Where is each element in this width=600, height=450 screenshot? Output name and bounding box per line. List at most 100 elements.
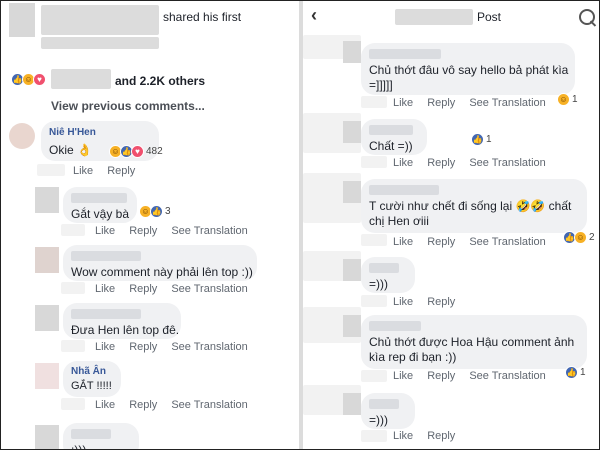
comment-text-line: chị Hen ơiii xyxy=(369,214,429,228)
like-button[interactable]: Like xyxy=(95,399,115,411)
comment-bubble: Chủ thớt đâu vô say hello bả phát kìa =]… xyxy=(361,43,575,95)
like-button[interactable]: Like xyxy=(393,430,413,442)
like-icon: 👍 xyxy=(150,205,163,218)
blurred-timestamp xyxy=(361,234,387,246)
heart-icon: ♥ xyxy=(33,73,46,86)
avatar[interactable] xyxy=(343,121,361,143)
comment-actions: Like Reply xyxy=(393,430,469,442)
comment-text: Đưa Hen lên top đê. xyxy=(71,323,180,337)
reaction-icons[interactable]: 👍 ☺ ♥ xyxy=(11,73,46,86)
avatar[interactable] xyxy=(343,259,361,281)
avatar[interactable] xyxy=(343,393,361,415)
avatar[interactable] xyxy=(343,181,361,203)
avatar[interactable] xyxy=(9,3,35,37)
page-title: Post xyxy=(477,10,502,24)
blurred-author xyxy=(369,263,399,273)
reply-button[interactable]: Reply xyxy=(427,236,455,248)
like-button[interactable]: Like xyxy=(393,157,413,169)
like-button[interactable]: Like xyxy=(393,236,413,248)
avatar[interactable] xyxy=(343,315,361,337)
comment-bubble: =))) xyxy=(361,393,415,429)
reaction-icons[interactable]: 👍 1 xyxy=(471,133,492,146)
like-icon: 👍 xyxy=(565,366,578,379)
comment-actions: Like Reply See Translation xyxy=(95,225,262,237)
search-icon[interactable] xyxy=(579,9,595,25)
comment-text: Chủ thớt được Hoa Hậu comment ảnh kìa re… xyxy=(369,335,574,365)
see-translation-link[interactable]: See Translation xyxy=(469,236,545,248)
see-translation-link[interactable]: See Translation xyxy=(469,97,545,109)
reply-button[interactable]: Reply xyxy=(427,97,455,109)
reply-button[interactable]: Reply xyxy=(427,157,455,169)
see-translation-link[interactable]: See Translation xyxy=(469,370,545,382)
comment-author[interactable]: Nhã Ân xyxy=(71,366,106,377)
avatar[interactable] xyxy=(9,123,35,149)
comment-text: Gắt vậy bà xyxy=(71,207,130,221)
reaction-icons[interactable]: 👍 ☺ 2 xyxy=(563,231,595,244)
left-screenshot: shared his first 👍 ☺ ♥ and 2.2K others V… xyxy=(1,1,299,449)
comment-text: =))) xyxy=(369,413,388,427)
right-screenshot: ‹ Post Chủ thớt đâu vô say hello bả phát… xyxy=(303,1,599,449)
see-translation-link[interactable]: See Translation xyxy=(171,283,247,295)
comment-text-line: T cười như chết đi sống lại 🤣🤣 chất xyxy=(369,199,572,213)
reply-button[interactable]: Reply xyxy=(129,225,157,237)
reaction-count: 2 xyxy=(589,232,595,243)
comment-bubble: Chủ thớt được Hoa Hậu comment ảnh kìa re… xyxy=(361,315,587,369)
blurred-author xyxy=(71,429,111,439)
like-button[interactable]: Like xyxy=(393,97,413,109)
comment-bubble: Đưa Hen lên top đê. xyxy=(63,303,181,339)
comment-bubble: T cười như chết đi sống lại 🤣🤣 chất chị … xyxy=(361,179,587,233)
avatar[interactable] xyxy=(35,187,59,213)
like-button[interactable]: Like xyxy=(95,283,115,295)
avatar[interactable] xyxy=(343,41,361,63)
reaction-count: 482 xyxy=(146,146,163,157)
see-translation-link[interactable]: See Translation xyxy=(171,225,247,237)
avatar[interactable] xyxy=(35,425,59,449)
reaction-icons[interactable]: ☺ 👍 3 xyxy=(139,205,171,218)
blurred-author xyxy=(369,125,413,135)
reply-button[interactable]: Reply xyxy=(427,296,455,308)
comment-actions: Like Reply See Translation xyxy=(393,370,560,382)
blurred-name xyxy=(41,37,159,49)
blurred-author xyxy=(71,309,141,319)
see-translation-link[interactable]: See Translation xyxy=(469,157,545,169)
comment-text-line: Chủ thớt được Hoa Hậu comment ảnh xyxy=(369,335,575,349)
reaction-count: 1 xyxy=(486,134,492,145)
reply-button[interactable]: Reply xyxy=(129,341,157,353)
reply-button[interactable]: Reply xyxy=(129,399,157,411)
like-icon: 👍 xyxy=(471,133,484,146)
reply-button[interactable]: Reply xyxy=(107,165,135,177)
blurred-name xyxy=(51,69,111,89)
comment-text-line: kìa rep đi bạn :)) xyxy=(369,350,457,364)
avatar[interactable] xyxy=(35,305,59,331)
see-translation-link[interactable]: See Translation xyxy=(171,399,247,411)
reply-button[interactable]: Reply xyxy=(129,283,157,295)
see-translation-link[interactable]: See Translation xyxy=(171,341,247,353)
comment-actions: Like Reply See Translation xyxy=(95,283,262,295)
reply-button[interactable]: Reply xyxy=(427,430,455,442)
comment-author[interactable]: Niê H'Hen xyxy=(49,127,96,138)
blurred-author xyxy=(369,399,399,409)
comment-text: =))) xyxy=(369,277,388,291)
comment-actions: Like Reply See Translation xyxy=(95,399,262,411)
reaction-icons[interactable]: ☺ 👍 ♥ 482 xyxy=(109,145,163,158)
blurred-timestamp xyxy=(361,96,387,108)
view-previous-comments-link[interactable]: View previous comments... xyxy=(51,99,205,113)
reaction-icons[interactable]: ☺ 1 xyxy=(557,93,578,106)
like-button[interactable]: Like xyxy=(73,165,93,177)
blurred-timestamp xyxy=(361,370,387,382)
reply-button[interactable]: Reply xyxy=(427,370,455,382)
avatar[interactable] xyxy=(35,247,59,273)
like-button[interactable]: Like xyxy=(95,341,115,353)
like-button[interactable]: Like xyxy=(95,225,115,237)
comment-text: Wow comment này phải lên top :)) xyxy=(71,265,253,279)
haha-icon: ☺ xyxy=(574,231,587,244)
reaction-icons[interactable]: 👍 1 xyxy=(565,366,586,379)
back-arrow-icon[interactable]: ‹ xyxy=(311,5,317,26)
comment-bubble: Gắt vậy bà xyxy=(63,187,137,223)
like-button[interactable]: Like xyxy=(393,296,413,308)
avatar[interactable] xyxy=(35,363,59,389)
reactions-summary[interactable]: and 2.2K others xyxy=(115,74,205,88)
comment-text: Okie 👌 xyxy=(49,143,92,157)
comment-actions: Like Reply See Translation xyxy=(393,157,560,169)
like-button[interactable]: Like xyxy=(393,370,413,382)
